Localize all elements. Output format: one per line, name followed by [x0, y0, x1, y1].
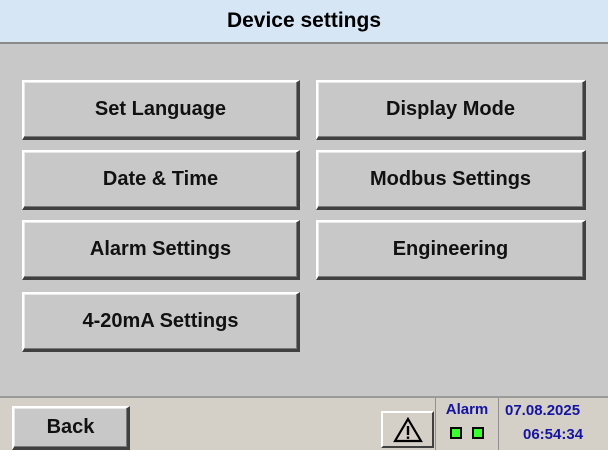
alarm-button[interactable] [381, 411, 434, 448]
page-title-bar: Device settings [0, 0, 608, 44]
modbus-settings-button[interactable]: Modbus Settings [316, 150, 586, 210]
back-button[interactable]: Back [12, 406, 130, 450]
settings-menu: Set Language Display Mode Date & Time Mo… [0, 44, 608, 396]
alarm-led-2 [472, 427, 484, 439]
display-mode-button[interactable]: Display Mode [316, 80, 586, 140]
alarm-label: Alarm [445, 401, 489, 418]
time-text: 06:54:34 [523, 426, 584, 443]
date-time-button[interactable]: Date & Time [22, 150, 300, 210]
status-bar: Back Alarm 07.08.2025 06:54:34 [0, 396, 608, 450]
4-20ma-settings-button[interactable]: 4-20mA Settings [22, 292, 300, 352]
alarm-settings-button[interactable]: Alarm Settings [22, 220, 300, 280]
set-language-button[interactable]: Set Language [22, 80, 300, 140]
warning-triangle-icon [392, 416, 423, 442]
date-text: 07.08.2025 [505, 402, 581, 419]
alarm-led-1 [450, 427, 462, 439]
page-title: Device settings [226, 9, 382, 32]
engineering-button[interactable]: Engineering [316, 220, 586, 280]
datetime-display: 07.08.2025 06:54:34 [498, 398, 608, 450]
alarm-indicator: Alarm [435, 398, 497, 450]
